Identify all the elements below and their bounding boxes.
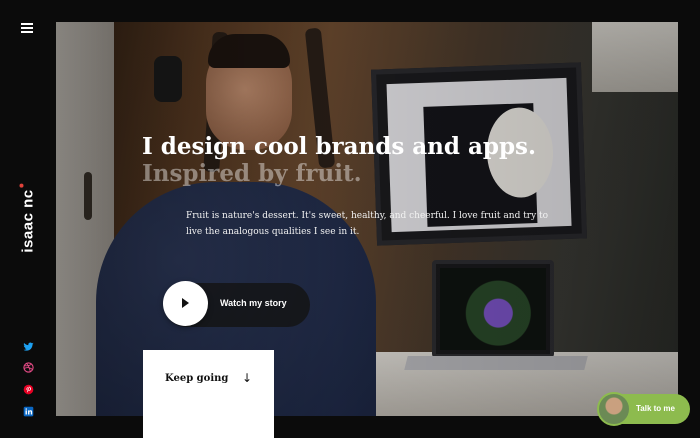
- keep-going-label: Keep going: [165, 373, 229, 384]
- arrow-down-icon: ↓: [242, 371, 253, 385]
- logo-dot: [19, 183, 24, 188]
- pinterest-icon[interactable]: [22, 383, 34, 395]
- talk-to-me-button[interactable]: Talk to me: [597, 392, 690, 426]
- linkedin-icon[interactable]: [22, 405, 34, 417]
- hero-headline: I design cool brands and apps.: [142, 133, 537, 160]
- twitter-icon[interactable]: [22, 340, 34, 352]
- keep-going-button[interactable]: Keep going ↓: [143, 350, 274, 438]
- site-logo[interactable]: isaac nc: [19, 183, 37, 253]
- talk-to-me-label: Talk to me: [636, 404, 675, 413]
- watch-story-button[interactable]: Watch my story: [163, 281, 310, 327]
- dribbble-icon[interactable]: [22, 361, 34, 373]
- hero-subheadline: Inspired by fruit.: [142, 160, 362, 187]
- logo-text: isaac nc: [19, 189, 37, 253]
- left-rail: isaac nc: [0, 0, 56, 438]
- hamburger-menu-icon[interactable]: [21, 23, 33, 33]
- avatar: [597, 392, 631, 426]
- watch-story-label: Watch my story: [220, 298, 287, 308]
- hero-intro-text: Fruit is nature's dessert. It's sweet, h…: [186, 211, 549, 237]
- play-icon[interactable]: [163, 281, 208, 326]
